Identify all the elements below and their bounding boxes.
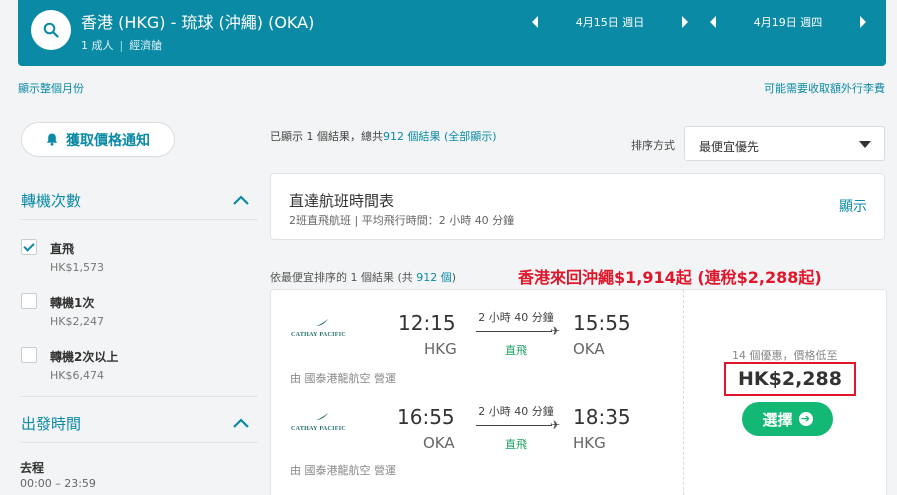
outbound-leg[interactable]: CATHAY PACIFIC 12:15 HKG 2 小時 40 分鐘 ✈ 直飛… xyxy=(271,290,683,385)
stops-filter-title[interactable]: 轉機次數 xyxy=(21,190,81,211)
sorted-results-note: 依最便宜排序的 1 個結果 (共 912 個) xyxy=(270,269,456,285)
card-divider xyxy=(683,290,684,495)
sorted-total-link[interactable]: 912 個 xyxy=(416,271,452,284)
return-date[interactable]: 4月19日 週四 xyxy=(718,14,858,30)
divider xyxy=(21,396,258,397)
price-alert-label: 獲取價格通知 xyxy=(66,132,150,149)
depart-time-filter-title[interactable]: 出發時間 xyxy=(21,413,81,434)
cathay-brushwing-icon xyxy=(316,413,328,420)
departure-time: 16:55 xyxy=(397,405,455,429)
chevron-right-icon xyxy=(682,16,688,28)
stops-info: 直飛 xyxy=(505,438,527,451)
bell-icon xyxy=(46,133,58,146)
results-count: 已顯示 1 個結果，總共912 個結果 (全部顯示) xyxy=(270,128,497,144)
outbound-time-range: 00:00 – 23:59 xyxy=(20,477,96,490)
select-button-label: 選擇 xyxy=(762,410,793,429)
next-depart-date-button[interactable] xyxy=(680,15,690,29)
sort-label: 排序方式 xyxy=(631,139,675,152)
show-all-results-link[interactable]: (全部顯示) xyxy=(444,130,497,143)
two-plus-stops-checkbox[interactable] xyxy=(21,347,37,363)
sort-select[interactable]: 最便宜優先 xyxy=(684,126,885,161)
flight-path-line xyxy=(476,331,552,332)
baggage-fee-link[interactable]: 可能需要收取額外行李費 xyxy=(764,80,885,96)
direct-checkbox[interactable] xyxy=(21,239,37,255)
departure-airport: HKG xyxy=(424,340,457,358)
route-title: 香港 (HKG) - 琉球 (沖繩) (OKA) xyxy=(81,13,315,32)
operated-by: 由 國泰港龍航空 營運 xyxy=(290,464,396,477)
airline-logo-text: CATHAY PACIFIC xyxy=(291,332,347,338)
select-flight-button[interactable]: 選擇 ➔ xyxy=(742,402,833,436)
flight-duration: 2 小時 40 分鐘 xyxy=(478,311,554,324)
divider xyxy=(21,442,258,443)
arrival-airport: OKA xyxy=(573,340,605,358)
one-stop-checkbox[interactable] xyxy=(21,293,37,309)
caret-down-icon xyxy=(859,141,871,148)
search-icon xyxy=(43,22,59,38)
arrival-airport: HKG xyxy=(573,434,606,452)
return-leg[interactable]: CATHAY PACIFIC 16:55 OKA 2 小時 40 分鐘 ✈ 直飛… xyxy=(271,384,683,477)
arrival-time: 15:55 xyxy=(573,311,631,335)
stops-option-label: 轉機1次 xyxy=(50,296,95,310)
arrival-time: 18:35 xyxy=(573,405,631,429)
search-summary-bar: 香港 (HKG) - 琉球 (沖繩) (OKA) 1 成人 | 經濟艙 4月15日 … xyxy=(18,0,886,66)
price-alert-button[interactable]: 獲取價格通知 xyxy=(21,122,175,157)
chevron-up-icon[interactable] xyxy=(233,195,249,205)
timetable-summary: 2班直飛航班 | 平均飛行時間：2 小時 40 分鐘 xyxy=(289,214,515,227)
flight-duration: 2 小時 40 分鐘 xyxy=(478,405,554,418)
prev-depart-date-button[interactable] xyxy=(530,15,540,29)
airline-logo-text: CATHAY PACIFIC xyxy=(291,426,347,432)
arrow-right-icon: ➔ xyxy=(798,412,813,426)
airplane-icon: ✈ xyxy=(550,324,561,338)
flight-result-card: CATHAY PACIFIC 12:15 HKG 2 小時 40 分鐘 ✈ 直飛… xyxy=(270,289,887,495)
stops-option-label: 直飛 xyxy=(50,242,75,256)
price-highlight-box: HK$2,288 xyxy=(724,362,856,396)
next-return-date-button[interactable] xyxy=(858,15,868,29)
prev-return-date-button[interactable] xyxy=(708,15,718,29)
sorted-note-suffix: ) xyxy=(451,271,457,284)
cathay-brushwing-icon xyxy=(316,319,328,326)
flight-path-line xyxy=(476,425,552,426)
stops-option-price: HK$6,474 xyxy=(50,369,104,382)
show-timetable-link[interactable]: 顯示 xyxy=(839,196,867,216)
outbound-label: 去程 xyxy=(20,461,45,475)
departure-time: 12:15 xyxy=(398,311,456,335)
results-total-link[interactable]: 912 個結果 xyxy=(383,130,441,143)
return-date-picker: 4月19日 週四 xyxy=(708,0,868,44)
promo-annotation: 香港來回沖繩$1,914起 (連稅$2,288起) xyxy=(518,268,822,287)
depart-date-picker: 4月15日 週日 xyxy=(530,0,690,44)
results-shown-text: 已顯示 1 個結果，總共 xyxy=(270,130,383,143)
chevron-left-icon xyxy=(532,16,538,28)
timetable-title: 直達航班時間表 xyxy=(289,192,395,210)
price: HK$2,288 xyxy=(738,368,842,390)
divider xyxy=(21,219,258,220)
departure-airport: OKA xyxy=(423,434,455,452)
stops-option-price: HK$2,247 xyxy=(50,315,104,328)
sorted-note-text: 依最便宜排序的 1 個結果 (共 xyxy=(270,271,413,284)
passenger-cabin-info: 1 成人 | 經濟艙 xyxy=(81,39,163,52)
depart-date[interactable]: 4月15日 週日 xyxy=(540,14,680,30)
airplane-icon: ✈ xyxy=(550,418,561,432)
direct-timetable-card: 直達航班時間表 2班直飛航班 | 平均飛行時間：2 小時 40 分鐘 顯示 xyxy=(270,173,885,240)
cabin-class: 經濟艙 xyxy=(129,39,163,52)
show-whole-month-link[interactable]: 顯示整個月份 xyxy=(18,80,84,96)
stops-info: 直飛 xyxy=(505,344,527,357)
passenger-count: 1 成人 xyxy=(81,39,114,52)
edit-search-button[interactable] xyxy=(31,10,71,50)
chevron-left-icon xyxy=(710,16,716,28)
deals-count: 14 個優惠，價格低至 xyxy=(732,349,838,362)
chevron-up-icon[interactable] xyxy=(233,418,249,428)
chevron-right-icon xyxy=(860,16,866,28)
stops-option-price: HK$1,573 xyxy=(50,261,104,274)
stops-option-label: 轉機2次以上 xyxy=(50,350,119,364)
sort-selected-value: 最便宜優先 xyxy=(699,140,760,154)
